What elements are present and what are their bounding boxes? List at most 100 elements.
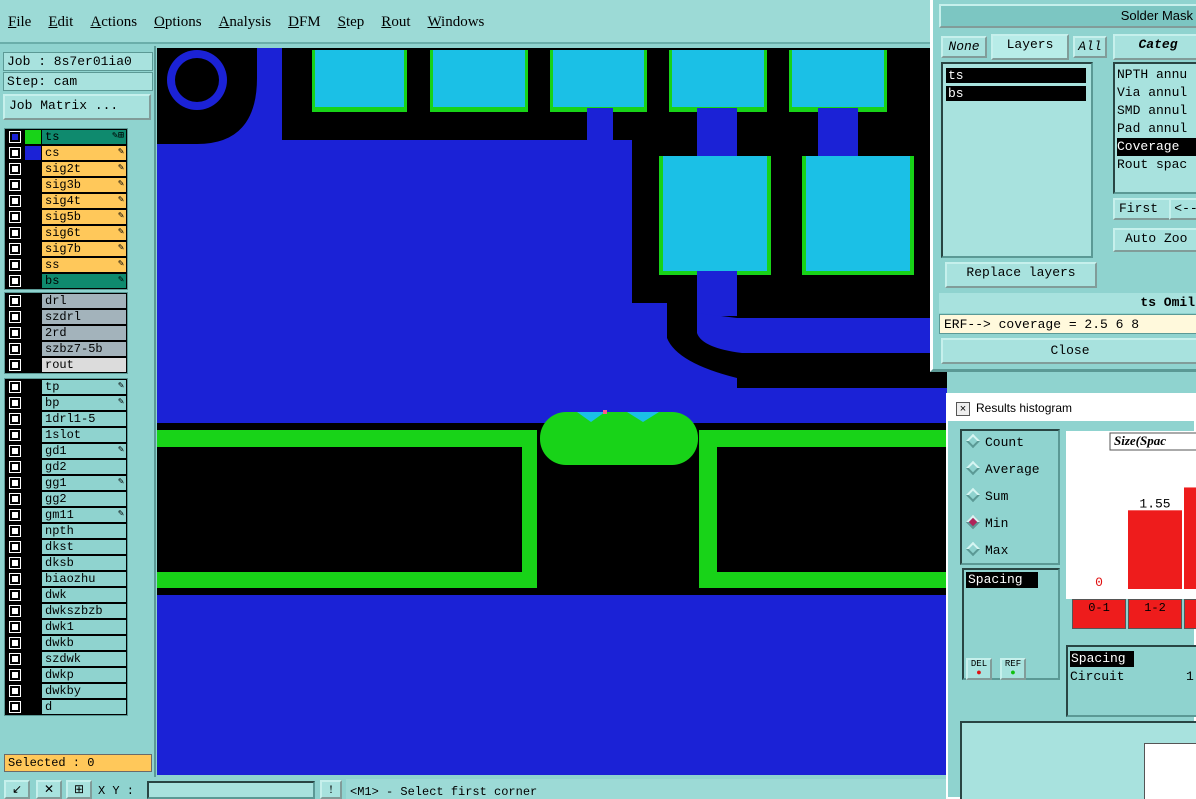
layer-row-szbz7-5b[interactable]: szbz7-5b <box>5 341 127 357</box>
layer-row-gg2[interactable]: gg2 <box>5 491 127 507</box>
histogram-bar[interactable] <box>1128 510 1182 589</box>
snap-grid-icon[interactable]: ⊞ <box>66 780 92 799</box>
layer-name[interactable]: sig4t ✎ <box>42 194 126 208</box>
layer-row-tp[interactable]: tp ✎ <box>5 379 127 395</box>
layer-row-cs[interactable]: cs ✎ <box>5 145 127 161</box>
menu-options[interactable]: Options <box>154 12 202 31</box>
layer-checkbox[interactable] <box>9 131 21 143</box>
close-button[interactable]: Close <box>941 338 1196 364</box>
del-button[interactable]: DEL ● <box>966 658 992 680</box>
layer-row-bs[interactable]: bs ✎ <box>5 273 127 289</box>
layer-color-swatch[interactable] <box>25 130 41 144</box>
layer-row-ts[interactable]: ts ✎⊞ <box>5 129 127 145</box>
radio-count[interactable]: Count <box>965 433 1024 451</box>
layer-checkbox[interactable] <box>9 163 21 175</box>
radio-sum[interactable]: Sum <box>965 487 1008 505</box>
histogram-bottom-list[interactable]: Spacing Circuit 1 <box>1066 645 1196 717</box>
layer-row-dksb[interactable]: dksb <box>5 555 127 571</box>
layer-checkbox[interactable] <box>9 621 21 633</box>
layer-row-gm11[interactable]: gm11 ✎ <box>5 507 127 523</box>
layer-row-dwkb[interactable]: dwkb <box>5 635 127 651</box>
arrow-tool-icon[interactable]: ↙ <box>4 780 30 799</box>
menu-edit[interactable]: Edit <box>48 12 73 31</box>
layer-checkbox[interactable] <box>9 397 21 409</box>
all-button[interactable]: All <box>1073 36 1107 58</box>
bottom-item-spacing[interactable]: Spacing <box>1070 651 1134 667</box>
graphics-canvas[interactable] <box>157 48 947 775</box>
layer-row-sig6t[interactable]: sig6t ✎ <box>5 225 127 241</box>
layer-row-gd1[interactable]: gd1 ✎ <box>5 443 127 459</box>
layer-row-drl[interactable]: drl <box>5 293 127 309</box>
layer-checkbox[interactable] <box>9 589 21 601</box>
layer-checkbox[interactable] <box>9 343 21 355</box>
layer-checkbox[interactable] <box>9 381 21 393</box>
layer-row-d[interactable]: d <box>5 699 127 715</box>
xy-input[interactable] <box>147 781 315 799</box>
layer-list-item[interactable]: ts <box>946 68 1086 83</box>
layer-name[interactable]: drl <box>42 294 126 308</box>
layer-checkbox[interactable] <box>9 243 21 255</box>
layer-checkbox[interactable] <box>9 653 21 665</box>
layer-row-dkst[interactable]: dkst <box>5 539 127 555</box>
layer-row-dwkszbzb[interactable]: dwkszbzb <box>5 603 127 619</box>
layer-row-1drl1-5[interactable]: 1drl1-5 <box>5 411 127 427</box>
radio-average[interactable]: Average <box>965 460 1040 478</box>
layer-row-npth[interactable]: npth <box>5 523 127 539</box>
layer-name[interactable]: bs ✎ <box>42 274 126 288</box>
layer-name[interactable]: szdrl <box>42 310 126 324</box>
layer-name[interactable]: gd1 ✎ <box>42 444 126 458</box>
histogram-bin-label[interactable]: 1-2 <box>1128 599 1182 629</box>
histogram-list[interactable]: Spacing DEL ● REF ● <box>962 568 1060 680</box>
layers-tab[interactable]: Layers <box>991 34 1069 60</box>
layer-name[interactable]: gg1 ✎ <box>42 476 126 490</box>
layer-name[interactable]: dkst <box>42 540 126 554</box>
layer-checkbox[interactable] <box>9 493 21 505</box>
layer-row-dwk[interactable]: dwk <box>5 587 127 603</box>
layer-row-biaozhu[interactable]: biaozhu <box>5 571 127 587</box>
scissors-tool-icon[interactable]: ✕ <box>36 780 62 799</box>
layer-color-swatch[interactable] <box>25 146 41 160</box>
layer-name[interactable]: cs ✎ <box>42 146 126 160</box>
layer-checkbox[interactable] <box>9 445 21 457</box>
menu-actions[interactable]: Actions <box>90 12 137 31</box>
job-matrix-button[interactable]: Job Matrix ... <box>3 94 151 120</box>
layer-checkbox[interactable] <box>9 413 21 425</box>
layer-checkbox[interactable] <box>9 327 21 339</box>
layer-row-ss[interactable]: ss ✎ <box>5 257 127 273</box>
layer-name[interactable]: sig6t ✎ <box>42 226 126 240</box>
layer-name[interactable]: 1drl1-5 <box>42 412 126 426</box>
menu-dfm[interactable]: DFM <box>288 12 321 31</box>
layer-name[interactable]: d <box>42 700 126 714</box>
layer-name[interactable]: dksb <box>42 556 126 570</box>
layer-selection-list[interactable]: ts bs <box>941 62 1093 258</box>
layer-checkbox[interactable] <box>9 573 21 585</box>
layer-checkbox[interactable] <box>9 685 21 697</box>
layer-checkbox[interactable] <box>9 429 21 441</box>
category-item[interactable]: SMD annul <box>1117 102 1187 120</box>
layer-name[interactable]: gm11 ✎ <box>42 508 126 522</box>
menu-windows[interactable]: Windows <box>427 12 484 31</box>
layer-name[interactable]: gg2 <box>42 492 126 506</box>
layer-row-szdrl[interactable]: szdrl <box>5 309 127 325</box>
category-list[interactable]: NPTH annu Via annul SMD annul Pad annul Cove… <box>1113 62 1196 194</box>
layer-checkbox[interactable] <box>9 275 21 287</box>
layer-name[interactable]: gd2 <box>42 460 126 474</box>
layer-name[interactable]: szbz7-5b <box>42 342 126 356</box>
layer-list-item[interactable]: bs <box>946 86 1086 101</box>
layer-name[interactable]: dwk1 <box>42 620 126 634</box>
window-close-icon[interactable]: × <box>956 402 970 416</box>
layer-checkbox[interactable] <box>9 227 21 239</box>
layer-checkbox[interactable] <box>9 211 21 223</box>
replace-layers-button[interactable]: Replace layers <box>945 262 1097 288</box>
layer-name[interactable]: dwk <box>42 588 126 602</box>
layer-checkbox[interactable] <box>9 179 21 191</box>
menu-file[interactable]: File <box>8 12 31 31</box>
layer-checkbox[interactable] <box>9 701 21 713</box>
layer-row-sig4t[interactable]: sig4t ✎ <box>5 193 127 209</box>
category-item[interactable]: Coverage <box>1117 138 1196 156</box>
layer-row-szdwk[interactable]: szdwk <box>5 651 127 667</box>
layer-name[interactable]: ss ✎ <box>42 258 126 272</box>
layer-name[interactable]: tp ✎ <box>42 380 126 394</box>
layer-row-sig3b[interactable]: sig3b ✎ <box>5 177 127 193</box>
layer-name[interactable]: 1slot <box>42 428 126 442</box>
